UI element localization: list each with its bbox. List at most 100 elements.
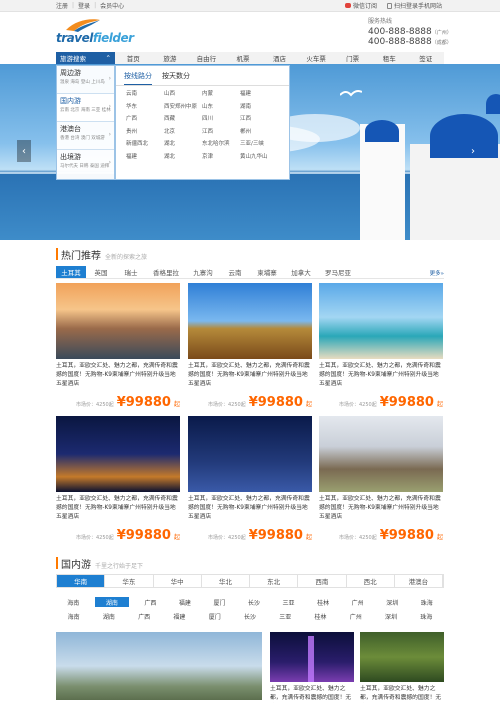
destination-link[interactable]: 新疆西北	[126, 138, 164, 151]
mobile-site-link[interactable]: 扫扫登录手机网站	[386, 1, 442, 10]
filter-tab[interactable]: 云南	[220, 266, 250, 278]
nav-item-car-rental[interactable]: 租车	[371, 52, 408, 64]
chevron-right-icon: ›	[108, 75, 111, 82]
nav-item-flights[interactable]: 机票	[225, 52, 262, 64]
destination-link[interactable]: 黄山九华山	[240, 151, 278, 164]
region-tab[interactable]: 东北	[250, 575, 299, 587]
member-center-link[interactable]: 会员中心	[100, 1, 124, 10]
travel-search-button[interactable]: 旅游搜索 ⌃	[56, 52, 115, 64]
nav-item-tickets[interactable]: 门票	[334, 52, 371, 64]
tour-card[interactable]: 土耳其，亚欧交汇处、魅力之都，充满传奇和震撼的国度！无购物-K9柬埔寨广州特别升…	[319, 416, 443, 543]
city-link[interactable]: 长沙	[232, 610, 267, 622]
region-tab[interactable]: 华东	[105, 575, 154, 587]
domestic-hero-image[interactable]	[56, 632, 262, 700]
filter-tab[interactable]: 土耳其	[56, 266, 86, 278]
destination-link[interactable]: 北京	[164, 126, 202, 139]
tour-card[interactable]: 土耳其，亚欧交汇处、魅力之都，充满传奇和震撼的国度！无购物-K9柬埔寨广州特别升…	[188, 416, 312, 543]
city-link[interactable]: 海南	[56, 596, 91, 608]
destination-link[interactable]: 内蒙	[202, 88, 240, 101]
price-unit: 起	[305, 401, 312, 408]
tour-card[interactable]: 土耳其，亚欧交汇处、魅力之都，充满传奇和震撼的国度！无购物-K9柬埔寨广州特别升…	[188, 283, 312, 410]
destination-link[interactable]: 云南	[126, 88, 164, 101]
filter-tab[interactable]: 九寨沟	[186, 266, 220, 278]
destination-link[interactable]: 江西	[202, 126, 240, 139]
filter-tab[interactable]: 瑞士	[116, 266, 146, 278]
destination-link[interactable]: 华东	[126, 101, 164, 114]
city-link[interactable]: 三亚	[268, 610, 303, 622]
banner-next-button[interactable]: ›	[466, 140, 480, 162]
city-link[interactable]: 厦门	[202, 596, 237, 608]
site-logo[interactable]: travelfielder	[56, 18, 134, 46]
destination-link[interactable]: 西安郑州中原	[164, 101, 202, 114]
city-link[interactable]: 广州	[340, 596, 375, 608]
more-link[interactable]: 更多»	[430, 269, 444, 277]
city-link[interactable]: 海南	[56, 610, 91, 622]
city-link[interactable]: 桂林	[303, 610, 338, 622]
domestic-card[interactable]: 土耳其，亚欧交汇处、魅力之都，充满传奇和震撼的国度！无购物	[360, 632, 444, 703]
destination-link[interactable]: 山西	[164, 88, 202, 101]
city-link[interactable]: 三亚	[271, 596, 306, 608]
tour-card[interactable]: 土耳其，亚欧交汇处、魅力之都，充满传奇和震撼的国度！无购物-K9柬埔寨广州特别升…	[319, 283, 443, 410]
destination-link[interactable]: 广西	[126, 113, 164, 126]
region-tab[interactable]: 华北	[202, 575, 250, 587]
filter-tab[interactable]: 英国	[86, 266, 116, 278]
destination-link[interactable]: 郴州	[240, 126, 278, 139]
destination-link[interactable]: 东北哈尔滨	[202, 138, 240, 151]
city-link[interactable]: 桂林	[306, 596, 341, 608]
city-link[interactable]: 广西	[127, 610, 162, 622]
city-link[interactable]: 珠海	[409, 596, 444, 608]
nav-item-free-travel[interactable]: 自由行	[188, 52, 225, 64]
menu-group-outbound[interactable]: 出境游 马尔代夫 日韩 泰国 迪拜 ›	[57, 150, 114, 178]
city-link[interactable]: 湖南	[91, 610, 126, 622]
region-tab[interactable]: 华南	[57, 575, 106, 587]
destination-link[interactable]: 湖北	[164, 138, 202, 151]
destination-link[interactable]: 福建	[240, 88, 278, 101]
nav-item-travel[interactable]: 旅游	[152, 52, 189, 64]
filter-tab[interactable]: 加拿大	[284, 266, 318, 278]
card-image	[319, 416, 443, 492]
city-link[interactable]: 长沙	[237, 596, 272, 608]
nav-item-trains[interactable]: 火车票	[298, 52, 335, 64]
filter-tab[interactable]: 柬埔寨	[250, 266, 284, 278]
destination-link[interactable]: 贵州	[126, 126, 164, 139]
region-tab[interactable]: 西南	[298, 575, 347, 587]
city-link[interactable]: 福建	[162, 610, 197, 622]
banner-prev-button[interactable]: ‹	[17, 140, 31, 162]
menu-group-nearby[interactable]: 周边游 温泉 海岛 登山 上川岛 ›	[57, 66, 114, 94]
domestic-card[interactable]: 土耳其，亚欧交汇处、魅力之都，充满传奇和震撼的国度！无购物	[270, 632, 354, 703]
city-link[interactable]: 深圳	[375, 596, 410, 608]
city-link[interactable]: 厦门	[197, 610, 232, 622]
login-link[interactable]: 登录	[78, 1, 90, 10]
weibo-subscribe-link[interactable]: 微信订阅	[344, 1, 377, 10]
nav-item-hotels[interactable]: 酒店	[261, 52, 298, 64]
nav-item-home[interactable]: 首页	[115, 52, 152, 64]
destination-link[interactable]: 湖南	[240, 101, 278, 114]
tour-card[interactable]: 土耳其，亚欧交汇处、魅力之都，充满传奇和震撼的国度！无购物-K9柬埔寨广州特别升…	[56, 283, 180, 410]
destination-link[interactable]: 三亚/三峡	[240, 138, 278, 151]
city-link[interactable]: 广州	[338, 610, 373, 622]
region-tab[interactable]: 华中	[154, 575, 202, 587]
city-link[interactable]: 福建	[168, 596, 203, 608]
destination-link[interactable]: 山东	[202, 101, 240, 114]
tour-card[interactable]: 土耳其，亚欧交汇处、魅力之都，充满传奇和震撼的国度！无购物-K9柬埔寨广州特别升…	[56, 416, 180, 543]
city-link[interactable]: 广西	[133, 596, 168, 608]
city-link[interactable]: 珠海	[409, 610, 444, 622]
tab-by-days[interactable]: 按天数分	[162, 71, 190, 85]
region-tab[interactable]: 西北	[347, 575, 395, 587]
register-link[interactable]: 注册	[56, 1, 68, 10]
destination-link[interactable]: 西藏	[164, 113, 202, 126]
tab-by-route[interactable]: 按线路分	[124, 71, 152, 85]
destination-link[interactable]: 江西	[240, 113, 278, 126]
destination-link[interactable]: 四川	[202, 113, 240, 126]
filter-tab[interactable]: 罗马尼亚	[318, 266, 358, 278]
destination-link[interactable]: 湖北	[164, 151, 202, 164]
menu-group-domestic[interactable]: 国内游 云南 北京 海南 三亚 桂林 ›	[57, 94, 114, 122]
filter-tab[interactable]: 香格里拉	[146, 266, 186, 278]
destination-link[interactable]: 福建	[126, 151, 164, 164]
city-link[interactable]: 湖南	[94, 597, 130, 607]
nav-item-visa[interactable]: 签证	[408, 52, 445, 64]
menu-group-hk-macau-tw[interactable]: 港澳台 香港 台湾 澳门 双城游 ›	[57, 122, 114, 150]
destination-link[interactable]: 京津	[202, 151, 240, 164]
region-tab[interactable]: 港澳台	[395, 575, 443, 587]
city-link[interactable]: 深圳	[373, 610, 408, 622]
